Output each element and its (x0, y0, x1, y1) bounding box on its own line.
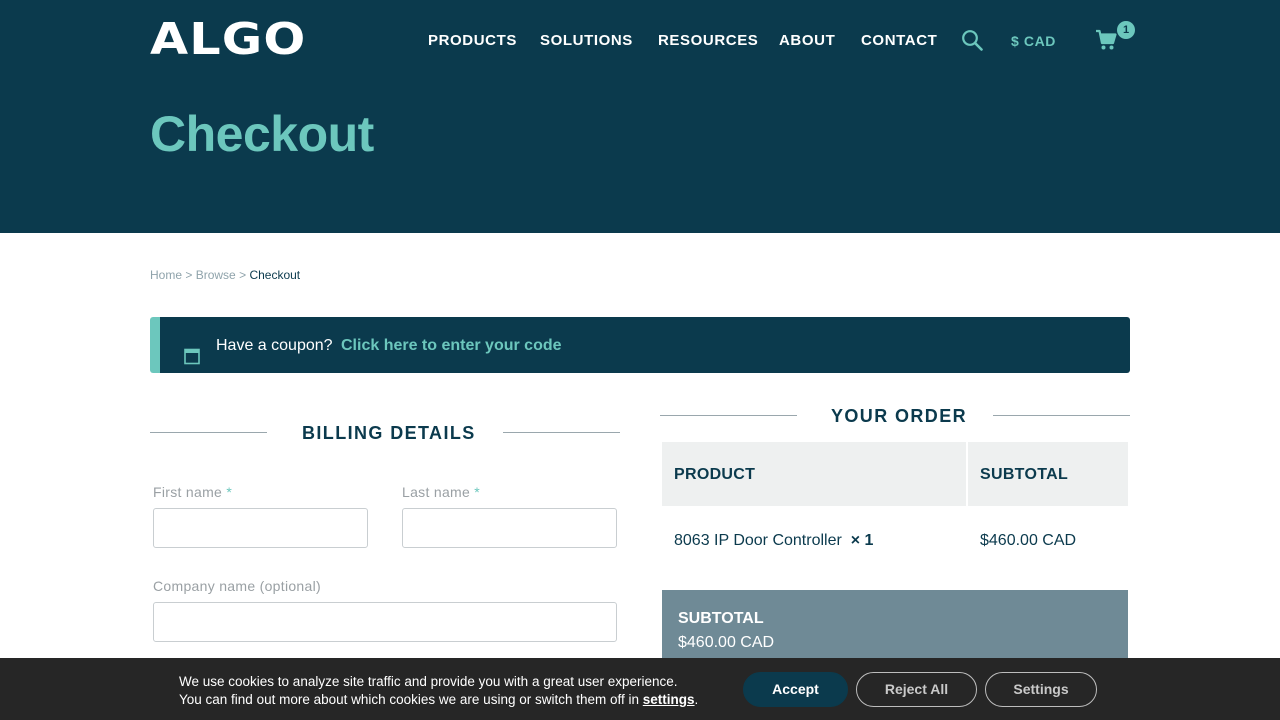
search-icon[interactable] (961, 29, 983, 51)
heading-rule (150, 432, 267, 433)
breadcrumb-separator: > (185, 268, 193, 282)
breadcrumb-home[interactable]: Home (150, 268, 182, 282)
breadcrumb: Home > Browse > Checkout (150, 268, 300, 283)
cookie-line-2: You can find out more about which cookie… (179, 692, 640, 707)
breadcrumb-separator: > (239, 268, 247, 282)
order-item-subtotal: $460.00 CAD (980, 532, 1077, 549)
coupon-icon (184, 348, 200, 365)
company-name-field[interactable] (153, 602, 617, 642)
breadcrumb-current: Checkout (249, 268, 301, 282)
subtotal-value: $460.00 CAD (678, 634, 775, 651)
reject-all-button[interactable]: Reject All (856, 672, 977, 707)
order-item-qty: × 1 (850, 532, 874, 549)
breadcrumb-browse[interactable]: Browse (196, 268, 236, 282)
first-name-field[interactable] (153, 508, 368, 548)
coupon-link[interactable]: Click here to enter your code (341, 336, 562, 355)
cookie-settings-link[interactable]: settings (643, 692, 695, 707)
cart-icon[interactable] (1095, 29, 1117, 51)
cookie-settings-button[interactable]: Settings (985, 672, 1097, 707)
coupon-prompt: Have a coupon? (216, 337, 333, 354)
required-marker: * (226, 484, 233, 500)
first-name-label: First name * (153, 484, 233, 500)
last-name-field[interactable] (402, 508, 617, 548)
cookie-line-1: We use cookies to analyze site traffic a… (179, 674, 678, 689)
accept-cookies-button[interactable]: Accept (743, 672, 848, 707)
nav-about[interactable]: ABOUT (779, 32, 835, 50)
cookie-message: We use cookies to analyze site traffic a… (179, 674, 699, 707)
order-item-name: 8063 IP Door Controller × 1 (674, 532, 874, 549)
heading-rule (993, 415, 1130, 416)
subtotal-header-label: SUBTOTAL (980, 466, 1069, 483)
heading-rule (660, 415, 797, 416)
product-header-label: PRODUCT (674, 466, 756, 483)
required-marker: * (474, 484, 481, 500)
last-name-label: Last name * (402, 484, 481, 500)
billing-heading: BILLING DETAILS (302, 423, 476, 443)
page-title: Checkout (150, 106, 374, 162)
algo-logo[interactable]: ALGO (150, 18, 306, 62)
cart-count-badge: 1 (1117, 21, 1135, 39)
order-heading: YOUR ORDER (831, 406, 968, 426)
nav-resources[interactable]: RESOURCES (658, 32, 758, 50)
currency-selector[interactable]: $ CAD (1011, 32, 1056, 50)
subtotal-label: SUBTOTAL (678, 610, 764, 627)
nav-contact[interactable]: CONTACT (861, 32, 937, 50)
nav-solutions[interactable]: SOLUTIONS (540, 32, 633, 50)
nav-products[interactable]: PRODUCTS (428, 32, 517, 50)
heading-rule (503, 432, 620, 433)
company-name-label: Company name (optional) (153, 578, 321, 594)
